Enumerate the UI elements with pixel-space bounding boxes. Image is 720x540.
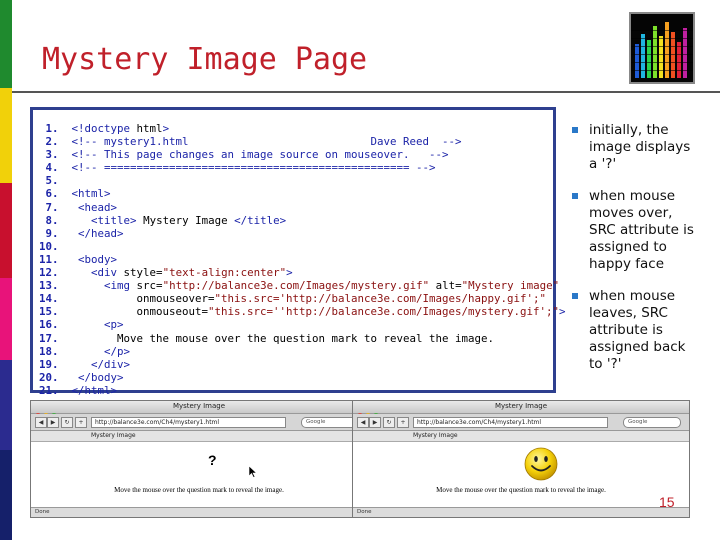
status-bar: Done	[31, 507, 367, 517]
reload-icon[interactable]: ↻	[383, 417, 395, 428]
browser-toolbar: ◀ ▶ ↻ + http://balance3e.com/Ch4/mystery…	[353, 414, 689, 431]
add-icon[interactable]: +	[397, 417, 409, 428]
address-bar[interactable]: http://balance3e.com/Ch4/mystery1.html	[91, 417, 286, 428]
code-listing: 1. <!doctype html> 2. <!-- mystery1.html…	[30, 107, 566, 397]
bullet-text: when mouse moves over, SRC attribute is …	[589, 188, 694, 272]
search-input[interactable]: Google	[301, 417, 359, 428]
reload-icon[interactable]: ↻	[61, 417, 73, 428]
page-content: Move the mouse over the question mark to…	[353, 442, 689, 506]
equalizer-logo	[629, 12, 695, 84]
bullet-item: when mouse leaves, SRC attribute is assi…	[570, 288, 700, 373]
instruction-text: Move the mouse over the question mark to…	[114, 486, 284, 494]
forward-icon[interactable]: ▶	[47, 417, 59, 428]
window-title: Mystery Image	[494, 402, 548, 410]
bullet-marker-icon	[572, 127, 578, 133]
accent-color-bar	[0, 0, 12, 540]
back-icon[interactable]: ◀	[35, 417, 47, 428]
page-number: 15	[659, 494, 675, 510]
mystery-image[interactable]: ?	[208, 452, 217, 468]
mouse-pointer-icon	[249, 466, 257, 478]
back-icon[interactable]: ◀	[357, 417, 369, 428]
window-titlebar: Mystery Image	[31, 401, 367, 419]
happy-face-icon[interactable]	[523, 446, 559, 482]
slide-title: Mystery Image Page	[42, 42, 368, 77]
window-title: Mystery Image	[172, 402, 226, 410]
tab-mystery-image[interactable]: Mystery Image	[353, 431, 689, 442]
bullet-item: initially, the image displays a '?'	[570, 122, 700, 173]
search-input[interactable]: Google	[623, 417, 681, 428]
address-bar[interactable]: http://balance3e.com/Ch4/mystery1.html	[413, 417, 608, 428]
tab-mystery-image[interactable]: Mystery Image	[31, 431, 367, 442]
window-titlebar: Mystery Image	[353, 401, 689, 419]
bullet-list: initially, the image displays a '?' when…	[570, 122, 700, 388]
page-content: ? Move the mouse over the question mark …	[31, 442, 367, 506]
bullet-item: when mouse moves over, SRC attribute is …	[570, 188, 700, 273]
add-icon[interactable]: +	[75, 417, 87, 428]
bullet-text: when mouse leaves, SRC attribute is assi…	[589, 288, 686, 372]
browser-screenshot-before: Mystery Image ◀ ▶ ↻ + http://balance3e.c…	[30, 400, 368, 518]
browser-toolbar: ◀ ▶ ↻ + http://balance3e.com/Ch4/mystery…	[31, 414, 367, 431]
browser-screenshot-after: Mystery Image ◀ ▶ ↻ + http://balance3e.c…	[352, 400, 690, 518]
status-bar: Done	[353, 507, 689, 517]
title-divider	[12, 91, 720, 93]
bullet-marker-icon	[572, 293, 578, 299]
bullet-text: initially, the image displays a '?'	[589, 122, 691, 172]
instruction-text: Move the mouse over the question mark to…	[436, 486, 606, 494]
forward-icon[interactable]: ▶	[369, 417, 381, 428]
bullet-marker-icon	[572, 193, 578, 199]
code-text: 1. <!doctype html> 2. <!-- mystery1.html…	[39, 122, 566, 397]
